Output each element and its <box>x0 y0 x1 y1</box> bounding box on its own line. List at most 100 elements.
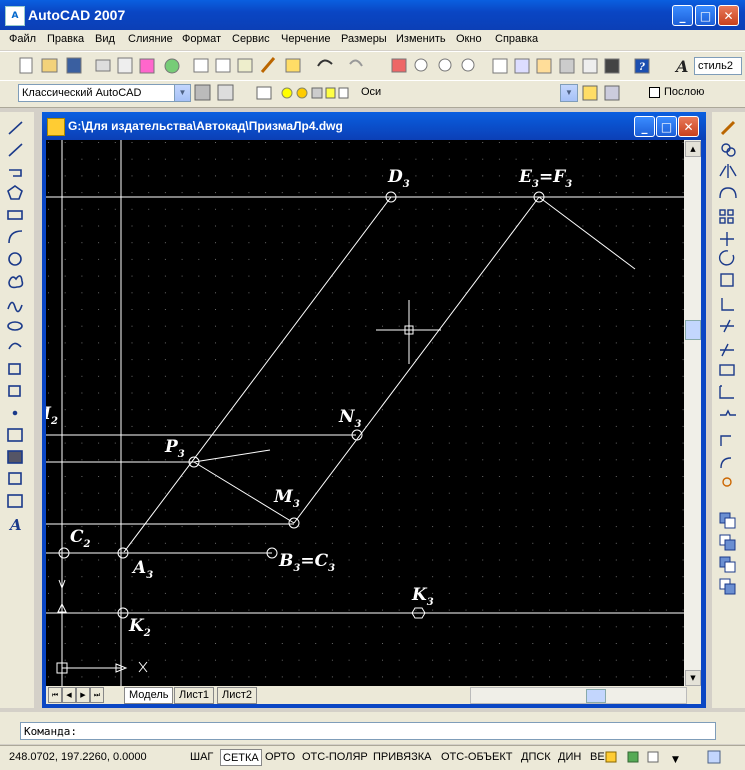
menu-edit[interactable]: Правка <box>47 33 84 45</box>
horizontal-scrollbar[interactable] <box>470 687 687 704</box>
menu-help[interactable]: Справка <box>495 33 538 45</box>
next-tab-icon[interactable]: ▶ <box>76 687 90 703</box>
chevron-down-icon[interactable]: ▼ <box>174 85 190 101</box>
status-bar: 248.0702, 197.2260, 0.0000 ШАГ СЕТКА ОРТ… <box>0 745 745 770</box>
toggle-osnap[interactable]: ПРИВЯЗКА <box>371 749 433 766</box>
autocad-app-icon[interactable]: A <box>5 6 25 26</box>
extend-icon <box>720 343 734 357</box>
new-icon <box>19 57 33 74</box>
save-icon <box>66 57 82 74</box>
pan-icon <box>391 58 407 73</box>
scroll-thumb[interactable] <box>685 320 701 340</box>
scroll-down-button[interactable]: ▼ <box>685 670 701 686</box>
scale-icon <box>720 273 734 287</box>
layer-combo-dropdown[interactable]: ▼ <box>560 84 578 102</box>
minimize-button[interactable]: _ <box>672 5 693 26</box>
tab-model[interactable]: Модель <box>124 687 174 704</box>
table-icon <box>7 494 23 508</box>
layer-color-icon <box>338 87 349 99</box>
communication-icon <box>627 751 639 763</box>
arc-icon <box>8 230 23 244</box>
move-icon <box>720 232 734 246</box>
menu-format[interactable]: Формат <box>182 33 221 45</box>
join-icon <box>720 409 736 416</box>
zoom-previous-icon <box>461 58 475 72</box>
tab-sheet1[interactable]: Лист1 <box>174 687 215 704</box>
drawing-close-button[interactable]: ✕ <box>678 116 699 137</box>
menu-dimension[interactable]: Размеры <box>341 33 387 45</box>
workspace-value: Классический AutoCAD <box>22 87 142 99</box>
chamfer-icon <box>720 435 731 446</box>
fillet-icon <box>720 457 732 469</box>
menu-tools[interactable]: Сервис <box>232 33 270 45</box>
vertical-scrollbar[interactable]: ▲ ▼ <box>684 140 701 686</box>
clean-screen-icon <box>707 750 721 764</box>
menu-view[interactable]: Вид <box>95 33 115 45</box>
standard-toolbar: ? A стиль2 <box>0 51 745 81</box>
menu-draw[interactable]: Черчение <box>281 33 331 45</box>
toggle-otrack[interactable]: ОТС-ОБЪЕКТ <box>439 749 514 766</box>
toggle-grid[interactable]: СЕТКА <box>220 749 262 766</box>
multiline-text-icon: A <box>8 516 22 534</box>
calculator-icon <box>604 58 620 74</box>
prev-tab-icon[interactable]: ◀ <box>62 687 76 703</box>
hatch-icon <box>7 428 23 442</box>
color-value: Послою <box>664 86 705 98</box>
tool-palettes-icon <box>536 58 552 74</box>
layers-toolbar: Классический AutoCAD ▼ Оси ▼ Послою <box>0 80 745 108</box>
command-area: Команда: <box>0 712 745 744</box>
cut-icon <box>193 58 209 73</box>
erase-icon <box>720 120 736 136</box>
toggle-dyn[interactable]: ДИН <box>556 749 583 766</box>
menu-modify[interactable]: Изменить <box>396 33 446 45</box>
title-bar: A AutoCAD 2007 _ □ ✕ <box>0 0 745 30</box>
design-center-icon <box>514 58 530 74</box>
layer-state-icon <box>604 85 620 101</box>
break-icon <box>719 364 735 376</box>
zoom-window-icon <box>438 58 452 72</box>
drawing-maximize-button[interactable]: □ <box>656 116 677 137</box>
drawing-title: G:\Для издательства\Автокад\ПризмаЛр4.dw… <box>68 119 343 133</box>
layer-previous-icon <box>217 84 234 101</box>
chevron-down-icon[interactable]: ▼ <box>561 85 577 101</box>
zoom-realtime-icon <box>414 58 428 72</box>
color-combo[interactable]: Послою <box>646 84 745 102</box>
command-input[interactable]: Команда: <box>20 722 716 740</box>
text-style-combo[interactable]: стиль2 <box>694 57 742 75</box>
close-button[interactable]: ✕ <box>718 5 739 26</box>
menu-merge[interactable]: Слияние <box>128 33 173 45</box>
text-style-value: стиль2 <box>698 60 733 72</box>
publish-icon <box>139 58 155 74</box>
workspace-combo[interactable]: Классический AutoCAD ▼ <box>18 84 191 102</box>
toggle-polar[interactable]: ОТС-ПОЛЯР <box>300 749 370 766</box>
markup-icon <box>582 58 598 74</box>
first-tab-icon[interactable]: ⏮ <box>48 687 62 703</box>
tab-sheet2[interactable]: Лист2 <box>217 687 258 704</box>
workspace-settings-icon <box>194 84 211 101</box>
sheet-set-icon <box>559 58 575 74</box>
spline-icon <box>7 301 23 313</box>
color-swatch <box>649 86 660 98</box>
toggle-ortho[interactable]: ОРТО <box>263 749 297 766</box>
layer-combo[interactable]: Оси <box>358 84 578 102</box>
gradient-icon <box>7 450 23 464</box>
drawing-icon[interactable] <box>47 118 65 136</box>
menu-window[interactable]: Окно <box>456 33 482 45</box>
scroll-up-button[interactable]: ▲ <box>685 141 701 157</box>
coordinates-readout[interactable]: 248.0702, 197.2260, 0.0000 <box>7 749 149 766</box>
drawing-canvas[interactable]: D3 E3=F3 N3 P3 M3 C2 A3 B3=C3 K3 K2 I2 X <box>46 140 684 686</box>
hscroll-thumb[interactable] <box>586 689 606 703</box>
maximize-button[interactable]: □ <box>695 5 716 26</box>
revision-cloud-icon <box>8 275 24 289</box>
explode-icon <box>722 477 732 487</box>
layer-properties-icon <box>256 86 272 100</box>
array-icon <box>719 209 726 216</box>
layer-value: Оси <box>361 86 382 98</box>
menu-file[interactable]: Файл <box>9 33 36 45</box>
last-tab-icon[interactable]: ⏭ <box>90 687 104 703</box>
toggle-ducs[interactable]: ДПСК <box>519 749 553 766</box>
drawing-minimize-button[interactable]: _ <box>634 116 655 137</box>
insert-block-icon <box>8 363 21 375</box>
toggle-snap[interactable]: ШАГ <box>188 749 215 766</box>
make-block-icon <box>8 385 21 397</box>
